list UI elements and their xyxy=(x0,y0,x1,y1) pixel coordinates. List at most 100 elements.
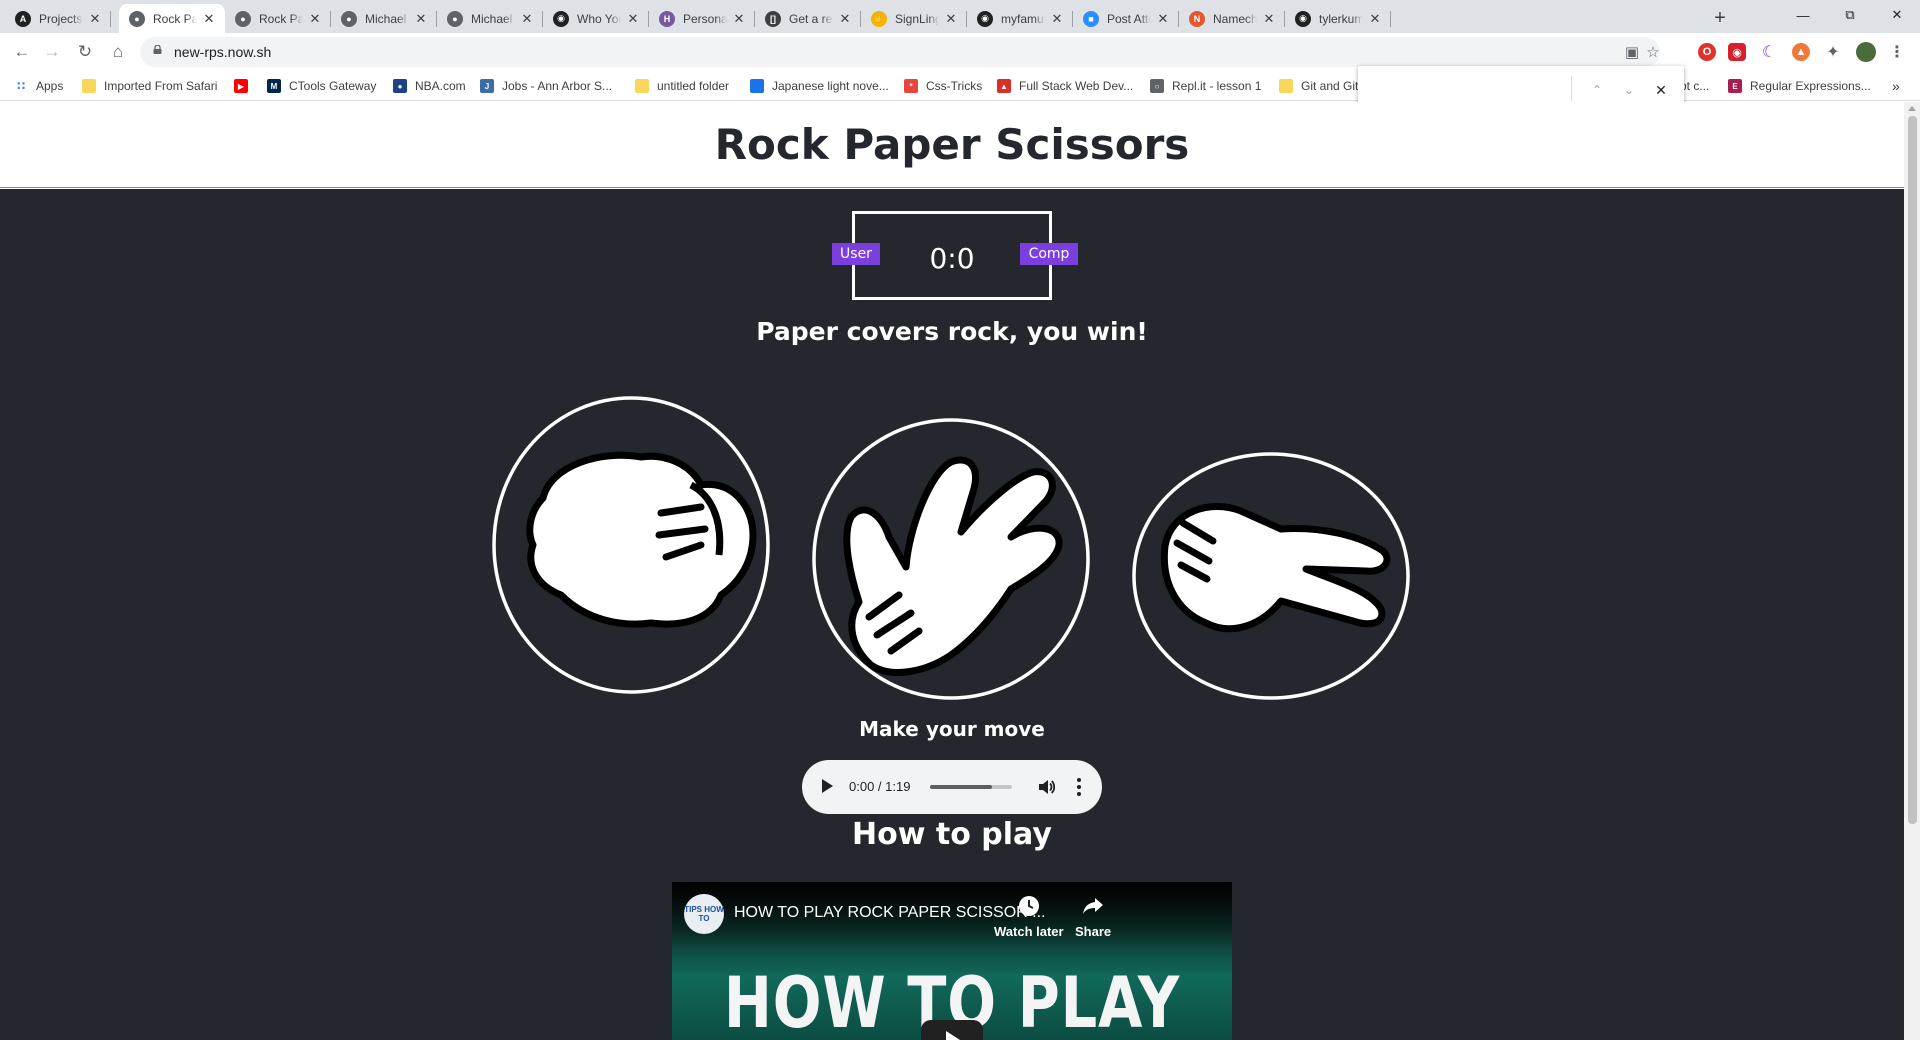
youtube-video-embed[interactable]: HOW TO PLAY TIPS HOW TO HOW TO PLAY ROCK… xyxy=(672,882,1232,1040)
browser-tab[interactable]: ■ Post Attendee ✕ xyxy=(1073,4,1179,33)
bookmark-item[interactable]: ○ Repl.it - lesson 1 xyxy=(1150,76,1261,96)
browser-menu-icon[interactable]: ⋮ xyxy=(1888,43,1906,61)
bookmark-star-icon[interactable]: ☆ xyxy=(1645,44,1661,61)
browser-tab[interactable]: A Projects - Dashboard ✕ xyxy=(5,4,111,33)
browser-tab[interactable]: [] Get a refresher ✕ xyxy=(755,4,861,33)
dark-mode-extension-icon[interactable]: ☾ xyxy=(1760,43,1778,61)
tab-close-icon[interactable]: ✕ xyxy=(1155,11,1171,27)
bookmark-label: NBA.com xyxy=(415,79,466,93)
tab-title: Namecheap xyxy=(1213,11,1257,26)
folder-icon xyxy=(82,79,96,93)
hand-icon: ✋ xyxy=(871,10,887,27)
bookmark-item[interactable]: E Regular Expressions... xyxy=(1728,76,1871,96)
github-icon: ◉ xyxy=(1295,10,1311,27)
make-move-prompt: Make your move xyxy=(859,717,1045,741)
tab-close-icon[interactable]: ✕ xyxy=(307,11,323,27)
browser-tab[interactable]: ◉ Who You're Following ✕ xyxy=(543,4,649,33)
bookmark-item[interactable]: Imported From Safari xyxy=(82,76,217,96)
find-previous-icon[interactable]: ⌃ xyxy=(1587,80,1607,100)
tab-close-icon[interactable]: ✕ xyxy=(1261,11,1277,27)
tab-title: myfamurewa xyxy=(1001,11,1045,26)
bookmark-item[interactable]: M CTools Gateway xyxy=(267,76,376,96)
reload-icon[interactable]: ↻ xyxy=(71,38,99,66)
find-close-icon[interactable]: ✕ xyxy=(1651,80,1671,100)
bookmark-label: Git and Git xyxy=(1301,79,1359,93)
apps-grid-icon: ∷ xyxy=(16,79,26,93)
address-bar[interactable]: new-rps.now.sh ▣ ☆ xyxy=(140,37,1660,67)
page-viewport: Rock Paper Scissors User 0:0 Comp Paper … xyxy=(0,102,1904,1040)
browser-tab[interactable]: ● Michael Famurewa ✕ xyxy=(331,4,437,33)
bookmark-item[interactable]: untitled folder xyxy=(635,76,729,96)
tab-close-icon[interactable]: ✕ xyxy=(413,11,429,27)
bookmark-item[interactable]: Git and Git xyxy=(1279,76,1358,96)
share-icon xyxy=(1083,898,1104,914)
folder-icon xyxy=(635,79,649,93)
browser-tab[interactable]: N Namecheap ✕ xyxy=(1179,4,1285,33)
forward-button[interactable]: → xyxy=(38,38,66,66)
tab-close-icon[interactable]: ✕ xyxy=(1367,11,1383,27)
game-area: User 0:0 Comp Paper covers rock, you win… xyxy=(0,189,1904,1040)
opera-extension-icon[interactable]: O xyxy=(1698,43,1716,61)
browser-tab[interactable]: ✋ SignLingo ✕ xyxy=(861,4,967,33)
bookmark-item[interactable]: ● NBA.com xyxy=(393,76,466,96)
page-scrollbar[interactable] xyxy=(1904,102,1920,1040)
tab-close-icon[interactable]: ✕ xyxy=(519,11,535,27)
restore-button[interactable]: ⧉ xyxy=(1827,0,1873,30)
find-next-icon[interactable]: ⌄ xyxy=(1619,80,1639,100)
bookmark-item[interactable]: ∷ Apps xyxy=(14,76,64,96)
scoreboard: User 0:0 Comp xyxy=(832,211,1078,300)
more-bookmarks-chevron-icon[interactable]: » xyxy=(1892,76,1900,96)
home-icon[interactable]: ⌂ xyxy=(104,38,132,66)
bookmark-item[interactable]: Japanese light nove... xyxy=(750,76,889,96)
tab-close-icon[interactable]: ✕ xyxy=(837,11,853,27)
new-tab-button[interactable]: + xyxy=(1707,5,1733,31)
audio-more-options-icon[interactable] xyxy=(1072,777,1086,797)
comp-badge: Comp xyxy=(1020,243,1078,265)
share-button[interactable]: Share xyxy=(1075,894,1111,939)
browser-tab[interactable]: ● Rock Paper Scissors ✕ xyxy=(225,4,331,33)
browser-tab[interactable]: ◉ myfamurewa ✕ xyxy=(967,4,1073,33)
firebase-extension-icon[interactable]: ▲ xyxy=(1792,43,1810,61)
clock-icon xyxy=(1018,896,1039,916)
michigan-m-icon: M xyxy=(267,79,281,93)
profile-avatar[interactable] xyxy=(1856,42,1876,62)
browser-tab[interactable]: ● Rock Paper Scissors ✕ xyxy=(119,4,225,33)
tab-close-icon[interactable]: ✕ xyxy=(943,11,959,27)
minimize-button[interactable]: — xyxy=(1780,0,1826,30)
tab-close-icon[interactable]: ✕ xyxy=(625,11,641,27)
namecheap-icon: N xyxy=(1189,10,1205,27)
video-play-button[interactable] xyxy=(921,1020,983,1040)
tab-close-icon[interactable]: ✕ xyxy=(87,11,103,27)
channel-avatar[interactable]: TIPS HOW TO xyxy=(684,894,724,934)
browser-tab[interactable]: ● Michael Famurewa ✕ xyxy=(437,4,543,33)
bookmark-item[interactable]: ▶ xyxy=(234,76,256,96)
bookmark-item[interactable]: ot c... xyxy=(1680,76,1709,96)
pocket-extension-icon[interactable]: ◉ xyxy=(1728,43,1746,61)
watch-later-button[interactable]: Watch later xyxy=(994,894,1064,939)
tab-close-icon[interactable]: ✕ xyxy=(731,11,747,27)
browser-tab[interactable]: H Personal apps ✕ xyxy=(649,4,755,33)
bookmark-item[interactable]: ▲ Full Stack Web Dev... xyxy=(997,76,1133,96)
find-in-page-icon[interactable]: ▣ xyxy=(1624,44,1640,61)
css-tricks-icon: * xyxy=(904,79,918,93)
audio-play-icon[interactable] xyxy=(822,779,833,793)
scroll-thumb[interactable] xyxy=(1908,116,1917,824)
rock-choice-button[interactable] xyxy=(491,395,771,695)
bookmark-label: CTools Gateway xyxy=(289,79,377,93)
scissors-choice-button[interactable] xyxy=(1131,451,1411,701)
bookmark-item[interactable]: * Css-Tricks xyxy=(904,76,982,96)
bookmark-label: Japanese light nove... xyxy=(772,79,889,93)
extensions-puzzle-icon[interactable]: ✦ xyxy=(1824,43,1842,61)
back-button[interactable]: ← xyxy=(8,38,36,66)
bookmark-item[interactable]: J Jobs - Ann Arbor S... xyxy=(480,76,612,96)
tab-close-icon[interactable]: ✕ xyxy=(201,11,217,27)
paper-icon xyxy=(812,418,1090,700)
replit-icon: ○ xyxy=(1150,79,1164,93)
tab-close-icon[interactable]: ✕ xyxy=(1049,11,1065,27)
volume-icon[interactable] xyxy=(1036,777,1056,797)
audio-volume-slider[interactable] xyxy=(930,785,1012,789)
scroll-up-arrow-icon[interactable] xyxy=(1908,106,1916,111)
close-window-button[interactable]: ✕ xyxy=(1874,0,1920,30)
paper-choice-button[interactable] xyxy=(811,417,1091,701)
browser-tab[interactable]: ◉ tylerkummer ✕ xyxy=(1285,4,1391,33)
